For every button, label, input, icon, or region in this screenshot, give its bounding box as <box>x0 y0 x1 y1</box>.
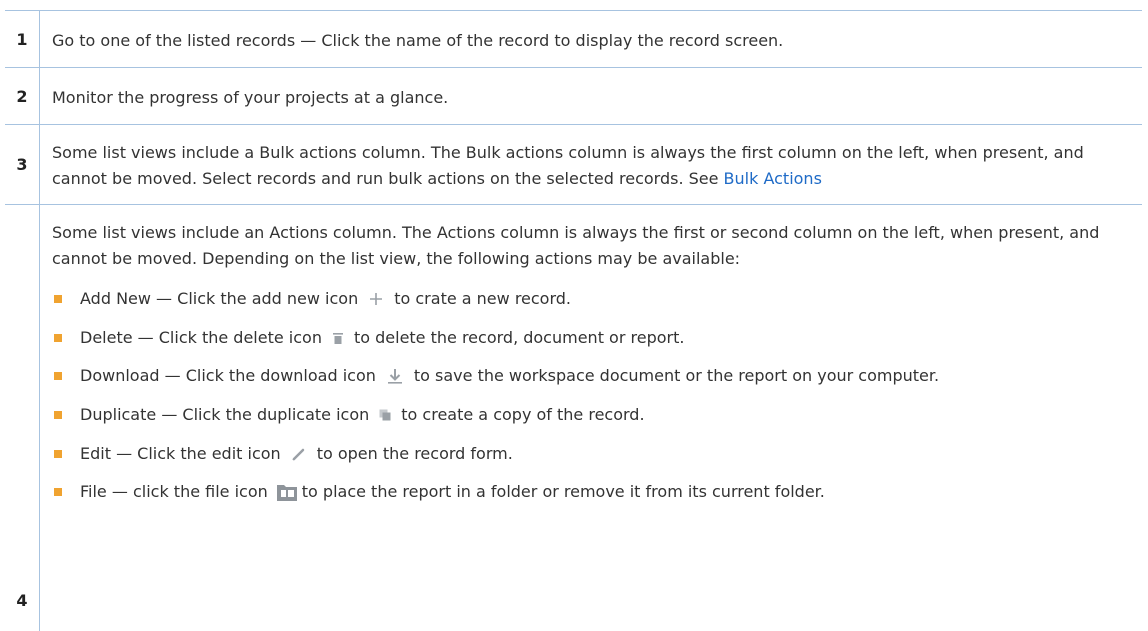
plus-icon <box>368 291 384 307</box>
row-text: Go to one of the listed records — Click … <box>52 31 784 50</box>
download-icon <box>386 367 404 385</box>
bullet-icon <box>54 295 62 304</box>
list-item: Delete — Click the delete icon to delete… <box>52 319 1132 358</box>
bullet-icon <box>54 333 62 342</box>
action-pre: Click the add new icon <box>177 289 359 309</box>
pencil-icon <box>291 446 307 462</box>
table-row: 3 Some list views include a Bulk actions… <box>5 125 1142 205</box>
dash-separator: — <box>156 405 183 425</box>
action-label: Add New <box>80 289 151 309</box>
actions-list: Add New — Click the add new icon to crat… <box>52 280 1132 512</box>
action-pre: Click the edit icon <box>137 443 281 463</box>
list-item: File — click the file icon to place the … <box>52 473 1132 512</box>
action-post: to delete the record, document or report… <box>353 327 685 347</box>
table-row: 1 Go to one of the listed records — Clic… <box>5 11 1142 68</box>
row-number: 4 <box>5 205 40 631</box>
trash-icon <box>332 331 344 345</box>
row-text: Some list views include a Bulk actions c… <box>52 143 1084 188</box>
row-number: 3 <box>5 125 40 204</box>
row-description: Some list views include a Bulk actions c… <box>40 125 1142 204</box>
action-pre: Click the delete icon <box>158 327 322 347</box>
row-number: 1 <box>5 11 40 67</box>
row-number: 2 <box>5 68 40 124</box>
action-post: to open the record form. <box>316 443 513 463</box>
list-item: Duplicate — Click the duplicate icon to … <box>52 396 1132 435</box>
dash-separator: — <box>106 482 133 502</box>
dash-separator: — <box>132 327 159 347</box>
action-post: to save the workspace document or the re… <box>413 366 940 386</box>
list-item: Download — Click the download icon to sa… <box>52 357 1132 396</box>
bullet-icon <box>54 411 62 420</box>
list-item: Edit — Click the edit icon to open the r… <box>52 434 1132 473</box>
file-folder-icon <box>276 482 298 502</box>
bullet-icon <box>54 488 62 497</box>
dash-separator: — <box>110 443 138 463</box>
bulk-actions-link[interactable]: Bulk Actions <box>724 169 822 188</box>
actions-intro: Some list views include an Actions colum… <box>52 223 1100 268</box>
action-label: Duplicate <box>80 405 157 425</box>
dash-separator: — <box>150 289 178 309</box>
actions-table: 1 Go to one of the listed records — Clic… <box>5 10 1142 631</box>
bullet-icon <box>54 372 62 381</box>
action-post: to place the report in a folder or remov… <box>301 482 825 502</box>
table-row: 2 Monitor the progress of your projects … <box>5 68 1142 125</box>
action-pre: click the file icon <box>132 482 268 502</box>
action-label: File <box>80 482 107 502</box>
row-text-container: Some list views include a Bulk actions c… <box>52 140 1132 192</box>
action-pre: Click the download icon <box>185 366 376 386</box>
action-pre: Click the duplicate icon <box>182 405 370 425</box>
action-post: to crate a new record. <box>394 289 572 309</box>
bullet-icon <box>54 449 62 458</box>
row-description: Go to one of the listed records — Click … <box>40 11 1142 67</box>
list-item: Add New — Click the add new icon to crat… <box>52 280 1132 319</box>
row-description: Some list views include an Actions colum… <box>40 205 1142 631</box>
row-description: Monitor the progress of your projects at… <box>40 68 1142 124</box>
action-label: Download <box>80 366 160 386</box>
row-text: Monitor the progress of your projects at… <box>52 88 449 107</box>
duplicate-icon <box>379 409 391 421</box>
action-label: Edit <box>80 443 111 463</box>
table-row: 4 Some list views include an Actions col… <box>5 205 1142 631</box>
action-label: Delete <box>80 327 133 347</box>
dash-separator: — <box>159 366 186 386</box>
action-post: to create a copy of the record. <box>401 405 645 425</box>
